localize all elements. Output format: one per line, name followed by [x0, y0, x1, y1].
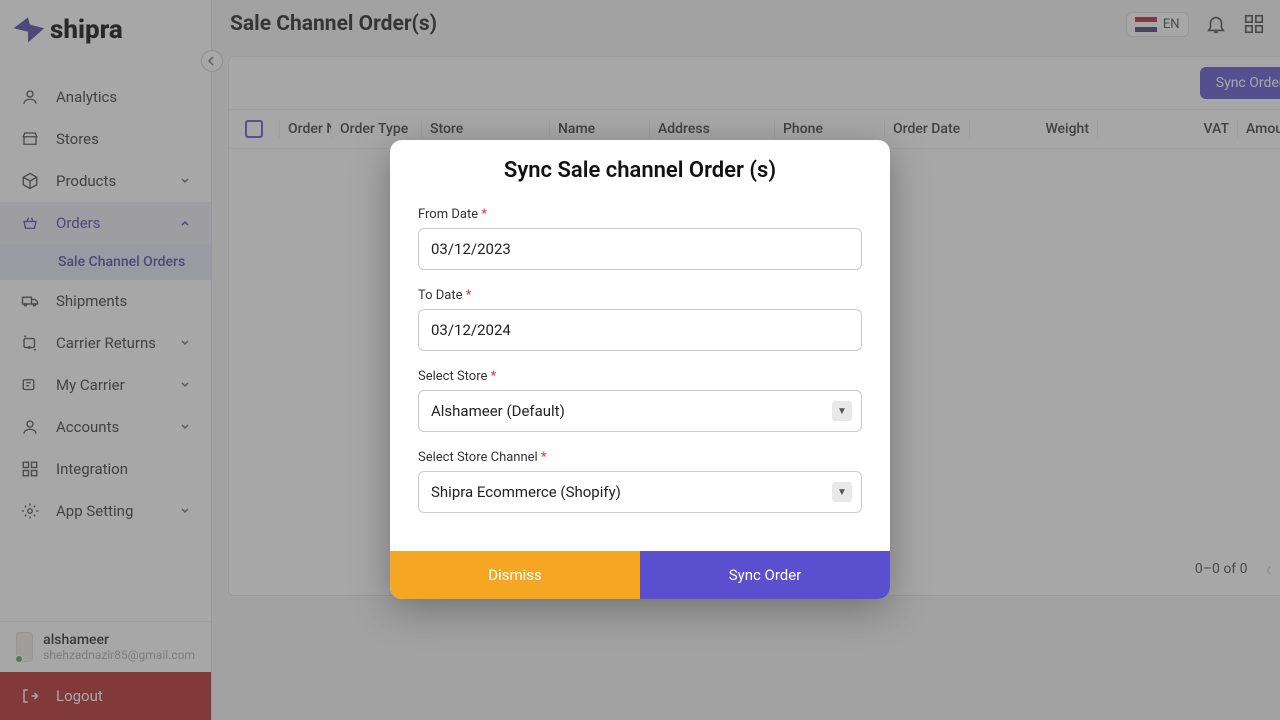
modal-title: Sync Sale channel Order (s) — [390, 140, 890, 207]
channel-select[interactable] — [418, 471, 862, 513]
to-date-input[interactable] — [418, 309, 862, 351]
to-date-label: To Date * — [418, 288, 862, 303]
channel-label: Select Store Channel * — [418, 450, 862, 465]
dismiss-button[interactable]: Dismiss — [390, 551, 640, 599]
from-date-label: From Date * — [418, 207, 862, 222]
store-label: Select Store * — [418, 369, 862, 384]
modal-overlay[interactable]: Sync Sale channel Order (s) From Date * … — [0, 0, 1280, 720]
from-date-input[interactable] — [418, 228, 862, 270]
store-select[interactable] — [418, 390, 862, 432]
modal-sync-button[interactable]: Sync Order — [640, 551, 890, 599]
sync-order-modal: Sync Sale channel Order (s) From Date * … — [390, 140, 890, 599]
